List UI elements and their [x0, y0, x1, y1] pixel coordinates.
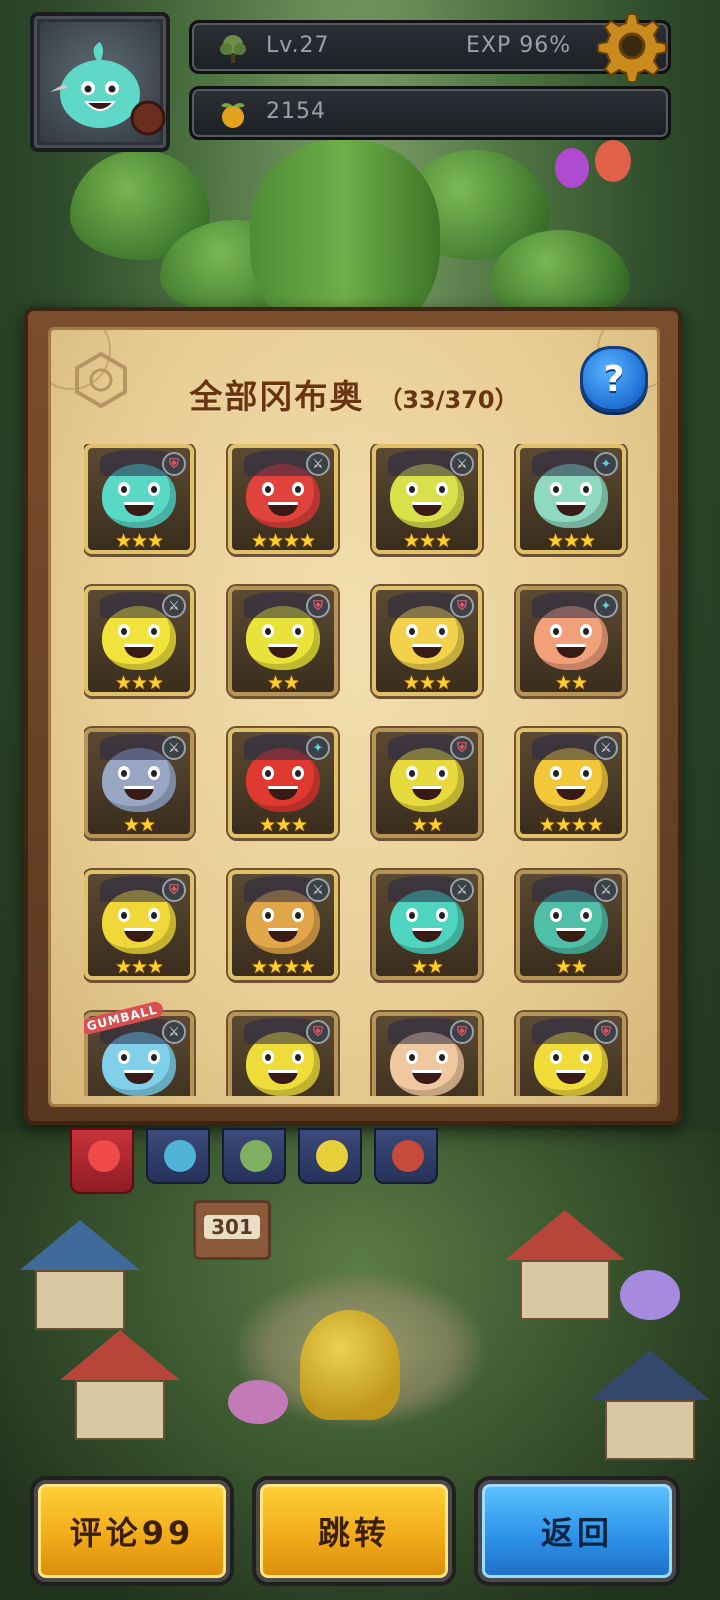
gumball-card[interactable]: ⚔ ★★★ — [84, 586, 194, 696]
shield-icon: ⛨ — [162, 878, 186, 902]
star-rating: ★★ — [410, 956, 444, 978]
star-rating: ★★★★ — [538, 814, 604, 836]
star-rating: ★★★ — [546, 530, 596, 552]
shield-icon: ⛨ — [450, 736, 474, 760]
player-avatar-frame[interactable] — [30, 12, 170, 152]
star-rating: ★★★ — [114, 530, 164, 552]
house-decoration — [505, 1210, 625, 1320]
magic-icon: ✦ — [306, 736, 330, 760]
house-decoration — [20, 1220, 140, 1330]
gumball-card[interactable]: ⛨ ★★★ — [84, 444, 194, 554]
star-rating: ★★ — [554, 956, 588, 978]
comment-button[interactable]: 评论99 — [34, 1480, 230, 1582]
exp-text: EXP 96% — [466, 33, 572, 58]
gumball-card[interactable]: ⛨ — [228, 1012, 338, 1096]
gold-bar: 2154 — [189, 86, 671, 140]
shield-icon: ⛨ — [306, 594, 330, 618]
wandering-gumball[interactable] — [228, 1380, 288, 1424]
avatar — [40, 22, 166, 142]
star-rating: ★★★★ — [250, 530, 316, 552]
sword-icon: ⚔ — [306, 878, 330, 902]
balloon-decoration — [595, 140, 631, 182]
panel-title-text: 全部冈布奥 — [189, 377, 365, 416]
golden-statue — [300, 1310, 400, 1420]
shield-icon: ⛨ — [162, 452, 186, 476]
gumball-card[interactable]: ⚔ ★★ — [84, 728, 194, 838]
settings-gear-icon[interactable] — [596, 10, 668, 82]
gumball-card[interactable]: ⚔ ★★★ — [372, 444, 482, 554]
gumball-card[interactable]: ⚔ ★★★★ — [228, 870, 338, 980]
comment-button-label: 评论99 — [69, 1514, 195, 1552]
house-decoration — [590, 1350, 710, 1460]
gumball-card[interactable]: ✦ ★★ — [516, 586, 626, 696]
tab-yellow[interactable] — [298, 1128, 362, 1184]
gumball-card[interactable]: ⚔ ★★★★ — [516, 728, 626, 838]
gold-fruit-icon — [221, 103, 245, 128]
avatar-gumball-icon — [50, 42, 166, 136]
gumball-card[interactable]: ⚔ ★★ — [372, 870, 482, 980]
star-rating: ★★ — [410, 814, 444, 836]
gumball-card[interactable]: ⛨ ★★ — [228, 586, 338, 696]
tab-blue-icon — [164, 1140, 196, 1172]
star-rating: ★★ — [122, 814, 156, 836]
star-rating: ★★★ — [258, 814, 308, 836]
tab-green-icon — [240, 1140, 272, 1172]
sword-icon: ⚔ — [450, 878, 474, 902]
gumball-card[interactable]: ⚔ GUMBALL — [84, 1000, 194, 1096]
tab-yellow-icon — [316, 1140, 348, 1172]
back-button[interactable]: 返回 — [478, 1480, 676, 1582]
sword-icon: ⚔ — [594, 878, 618, 902]
star-rating: ★★★ — [114, 956, 164, 978]
gumball-card[interactable]: ⛨ — [372, 1012, 482, 1096]
gold-amount: 2154 — [266, 99, 326, 124]
sword-icon: ⚔ — [162, 594, 186, 618]
magic-icon: ✦ — [594, 594, 618, 618]
gumball-card[interactable]: ✦ ★★★ — [516, 444, 626, 554]
tab-red[interactable] — [374, 1128, 438, 1184]
village-sign: 301 — [193, 1200, 271, 1260]
tab-red-icon — [392, 1140, 424, 1172]
star-rating: ★★★★ — [250, 956, 316, 978]
gumball-grid: ⛨ ★★★ ⚔ ★★★★ ⚔ ★★★ ✦ ★★★ ⚔ ★★★ ⛨ ★★ ⛨ ★★★ ✦ ★★ ⚔ ★★ ✦ ★★★ ⛨ ★… — [84, 444, 640, 1096]
panel-title: 全部冈布奥 （33/370） — [51, 370, 657, 418]
star-rating: ★★★ — [402, 672, 452, 694]
gumball-card[interactable]: ⚔ ★★★★ — [228, 444, 338, 554]
balloon-decoration — [555, 148, 589, 188]
wandering-gumball[interactable] — [620, 1270, 680, 1320]
jump-button[interactable]: 跳转 — [256, 1480, 452, 1582]
gumball-card[interactable]: ⛨ ★★ — [372, 728, 482, 838]
gumball-card[interactable]: ⚔ ★★ — [516, 870, 626, 980]
question-mark-icon: ? — [603, 358, 625, 400]
jump-button-label: 跳转 — [317, 1514, 390, 1552]
shield-icon: ⛨ — [594, 1020, 618, 1044]
gumball-card[interactable]: ⛨ ★★★ — [84, 870, 194, 980]
collection-count: （33/370） — [378, 386, 519, 414]
gumball-card[interactable]: ⛨ ★★★ — [372, 586, 482, 696]
gumball-card[interactable]: ✦ ★★★ — [228, 728, 338, 838]
shield-icon: ⛨ — [450, 594, 474, 618]
help-button[interactable]: ? — [580, 346, 648, 412]
sword-icon: ⚔ — [450, 452, 474, 476]
shield-icon: ⛨ — [450, 1020, 474, 1044]
magic-icon: ✦ — [594, 452, 618, 476]
sword-icon: ⚔ — [594, 736, 618, 760]
back-button-label: 返回 — [540, 1514, 613, 1552]
tab-all-icon — [88, 1140, 120, 1172]
sword-icon: ⚔ — [162, 736, 186, 760]
shield-icon: ⛨ — [306, 1020, 330, 1044]
star-rating: ★★ — [266, 672, 300, 694]
level-text: Lv.27 — [266, 33, 330, 58]
tab-green[interactable] — [222, 1128, 286, 1184]
level-leaf-icon — [220, 35, 246, 63]
star-rating: ★★★ — [114, 672, 164, 694]
house-decoration — [60, 1330, 180, 1440]
star-rating: ★★★ — [402, 530, 452, 552]
sword-icon: ⚔ — [162, 1020, 186, 1044]
sword-icon: ⚔ — [306, 452, 330, 476]
gumball-card[interactable]: ⛨ — [516, 1012, 626, 1096]
village-sign-number: 301 — [204, 1215, 260, 1239]
star-rating: ★★ — [554, 672, 588, 694]
tab-blue[interactable] — [146, 1128, 210, 1184]
tab-all[interactable] — [70, 1128, 134, 1194]
